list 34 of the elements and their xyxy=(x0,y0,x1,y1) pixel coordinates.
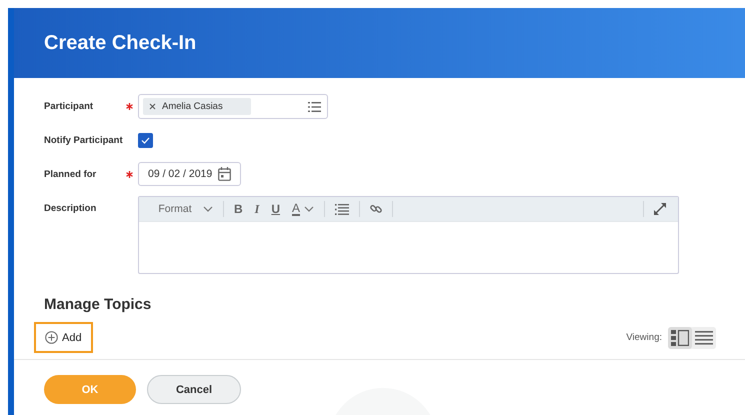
viewing-label: Viewing: xyxy=(626,332,662,343)
section-heading: Manage Topics xyxy=(44,295,152,315)
list-icon xyxy=(308,102,321,112)
underline-button[interactable]: U xyxy=(271,199,280,219)
checkbox[interactable] xyxy=(138,133,153,148)
field-label: Notify Participant xyxy=(44,134,124,148)
text-color-button[interactable]: A xyxy=(292,199,314,219)
participant-field[interactable]: Amelia Casias xyxy=(138,94,328,119)
view-toggle[interactable] xyxy=(692,326,716,348)
description-editor[interactable]: Format B I U A xyxy=(138,196,679,274)
format-dropdown[interactable]: Format xyxy=(151,199,213,219)
plus-circle-icon xyxy=(45,331,58,344)
participant-name: Amelia Casias xyxy=(162,101,223,112)
italic-button[interactable]: I xyxy=(254,199,260,219)
link-icon xyxy=(370,203,382,215)
check-icon xyxy=(141,137,150,144)
list-view-icon xyxy=(695,330,713,344)
calendar-icon xyxy=(218,167,232,181)
remove-icon xyxy=(149,103,156,110)
add-button[interactable]: Add xyxy=(34,322,93,353)
field-label: Planned for xyxy=(44,168,98,182)
date-field[interactable]: 09 / 02 / 2019 xyxy=(138,162,241,186)
field-label: Participant xyxy=(44,100,94,114)
chevron-icon xyxy=(203,206,213,212)
detail-view-icon xyxy=(671,330,689,346)
view-toggle[interactable] xyxy=(668,326,692,348)
expand-icon xyxy=(654,203,666,215)
date-value: 09 / 02 / 2019 xyxy=(148,168,212,180)
bold-button[interactable]: B xyxy=(234,199,243,219)
field-label: Description xyxy=(44,202,98,216)
bullet-list-icon xyxy=(335,204,350,214)
chevron-icon xyxy=(304,206,314,212)
cancel-button[interactable]: Cancel xyxy=(147,375,241,404)
page-title: Create Check-In xyxy=(14,8,745,78)
